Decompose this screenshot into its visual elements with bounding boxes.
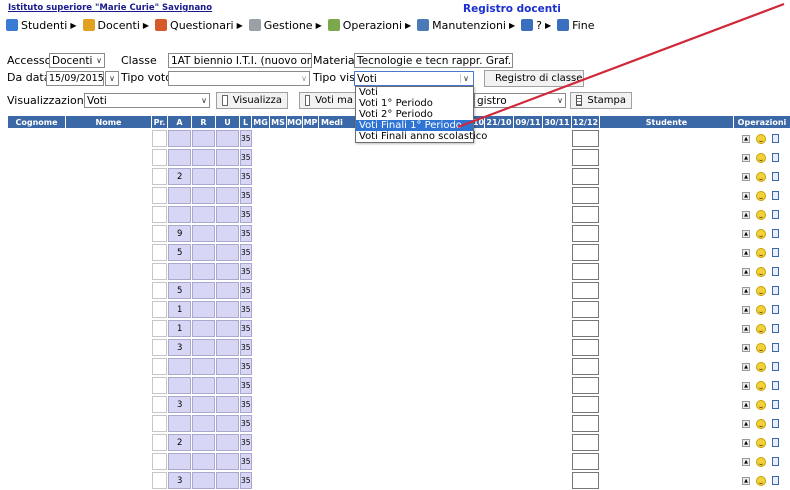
annotation-arrow [457, 2, 785, 129]
annotation-arrow-line [457, 2, 785, 129]
